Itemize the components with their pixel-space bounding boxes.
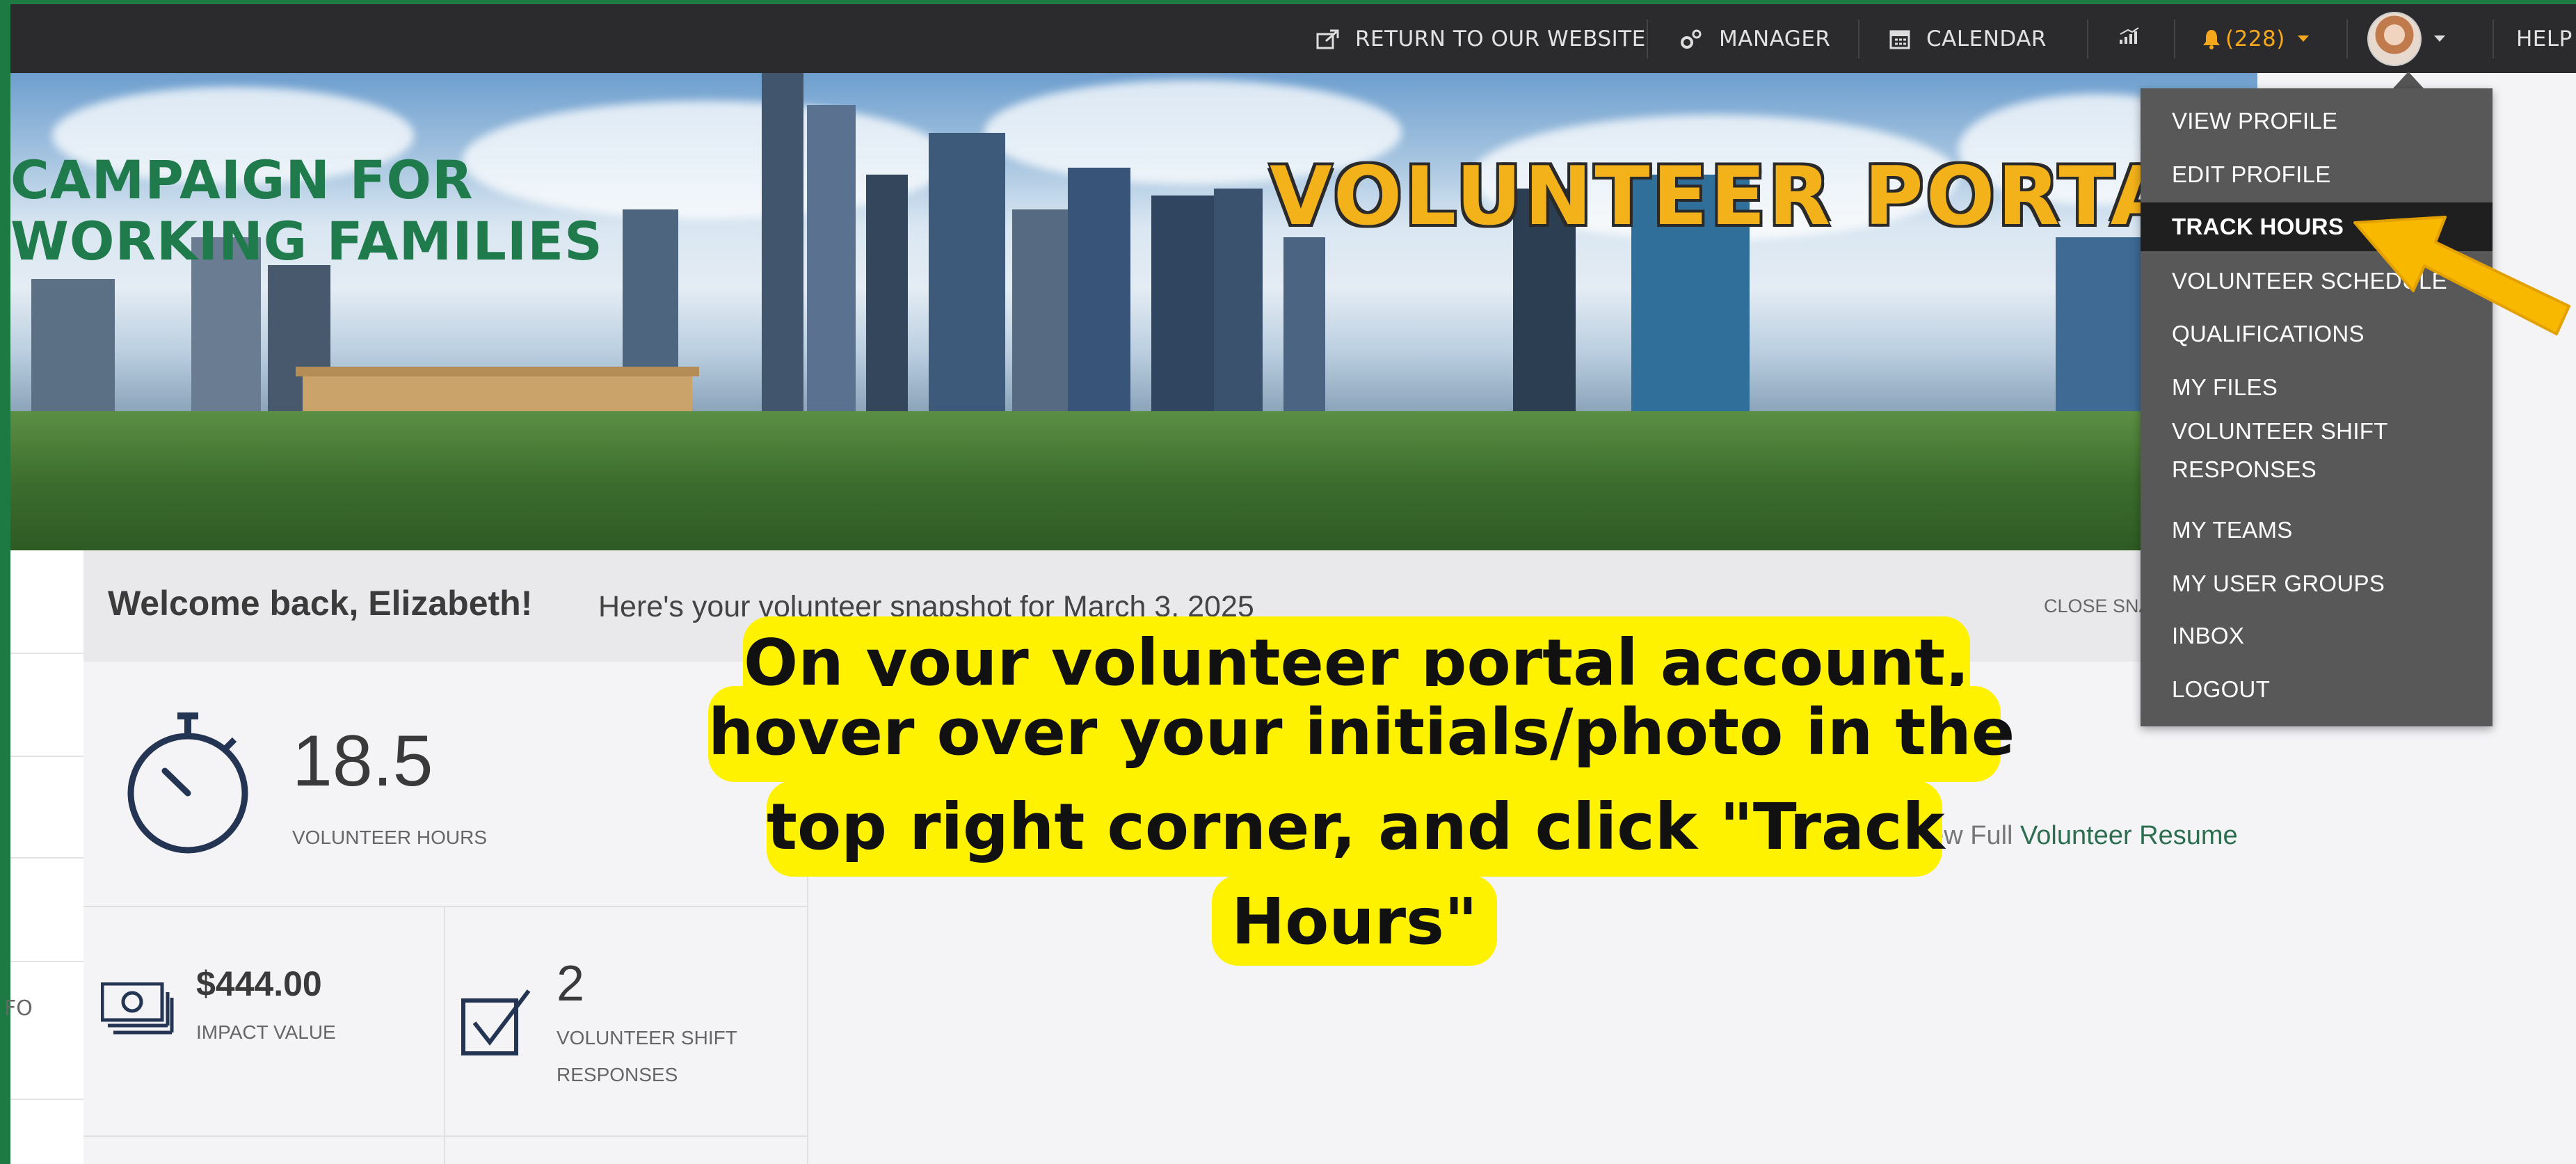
menu-item-view-profile[interactable]: VIEW PROFILE bbox=[2141, 97, 2493, 145]
gears-icon bbox=[1680, 29, 1704, 49]
shift-responses-label: VOLUNTEER SHIFT RESPONSES bbox=[557, 1027, 737, 1085]
chevron-down-icon bbox=[2297, 35, 2309, 42]
return-to-website-label: RETURN TO OUR WEBSITE bbox=[1355, 26, 1646, 51]
portal-title: VOLUNTEER PORTAL bbox=[1270, 150, 2230, 244]
instruction-callout: On your volunteer portal account, hover … bbox=[708, 616, 2015, 1020]
impact-value: $444.00 bbox=[196, 964, 322, 1003]
sidebar-divider bbox=[10, 961, 83, 962]
menu-item-my-files[interactable]: MY FILES bbox=[2141, 363, 2493, 412]
stopwatch-icon bbox=[122, 710, 254, 862]
building bbox=[1012, 209, 1068, 418]
stats-divider bbox=[444, 906, 445, 1164]
menu-item-my-teams[interactable]: MY TEAMS bbox=[2141, 506, 2493, 555]
return-to-website-link[interactable]: RETURN TO OUR WEBSITE bbox=[1316, 4, 1646, 73]
callout-line: hover over your initials/photo in the bbox=[708, 686, 2015, 782]
building bbox=[1068, 168, 1130, 418]
callout-line: top right corner, and click "Track bbox=[767, 781, 1945, 877]
help-link[interactable]: HELP bbox=[2516, 4, 2573, 73]
avatar bbox=[2367, 11, 2422, 66]
sidebar-divider bbox=[10, 857, 83, 859]
stats-divider bbox=[83, 906, 807, 907]
building bbox=[1151, 196, 1214, 418]
shift-responses-value: 2 bbox=[557, 956, 585, 1012]
building bbox=[1214, 189, 1263, 418]
bar-chart-icon bbox=[2118, 26, 2141, 52]
pointer-arrow-icon bbox=[2341, 202, 2576, 351]
calendar-label: CALENDAR bbox=[1926, 26, 2047, 51]
notifications-count: (228) bbox=[2225, 26, 2285, 51]
frame-left-border bbox=[0, 0, 10, 1164]
building bbox=[807, 105, 856, 418]
nav-divider bbox=[2493, 19, 2494, 58]
chevron-down-icon bbox=[2434, 35, 2445, 42]
hours-label: VOLUNTEER HOURS bbox=[292, 827, 488, 848]
sidebar-divider bbox=[10, 756, 83, 757]
checkbox-icon bbox=[461, 988, 534, 1060]
help-label: HELP bbox=[2516, 26, 2573, 51]
nav-divider bbox=[2174, 19, 2175, 58]
welcome-title: Welcome back, Elizabeth! bbox=[108, 584, 533, 623]
nav-divider bbox=[1858, 19, 1859, 58]
hours-value: 18.5 bbox=[292, 721, 433, 802]
menu-item-my-user-groups[interactable]: MY USER GROUPS bbox=[2141, 559, 2493, 608]
org-name-line2: WORKING FAMILIES bbox=[10, 210, 603, 272]
building bbox=[866, 175, 908, 418]
building bbox=[31, 279, 115, 418]
menu-pointer bbox=[2393, 72, 2424, 88]
sidebar bbox=[10, 550, 85, 1164]
money-icon bbox=[100, 982, 174, 1041]
nav-divider bbox=[2346, 19, 2348, 58]
building bbox=[1283, 237, 1325, 418]
menu-item-volunteer-shift-responses[interactable]: VOLUNTEER SHIFT RESPONSES bbox=[2141, 408, 2433, 485]
nav-divider bbox=[2087, 19, 2088, 58]
user-menu-toggle[interactable] bbox=[2367, 4, 2445, 73]
sidebar-item-label[interactable]: FO bbox=[4, 996, 33, 1021]
bell-icon bbox=[2202, 29, 2221, 49]
stats-link[interactable] bbox=[2118, 4, 2141, 73]
external-share-icon bbox=[1316, 29, 1340, 49]
sidebar-divider bbox=[10, 653, 83, 654]
sidebar-divider bbox=[10, 1099, 83, 1100]
calendar-icon bbox=[1889, 28, 1911, 50]
hero-banner: CAMPAIGN FOR WORKING FAMILIES VOLUNTEER … bbox=[10, 73, 2257, 550]
tree-line bbox=[10, 411, 2257, 550]
building bbox=[762, 73, 803, 418]
manager-label: MANAGER bbox=[1719, 26, 1831, 51]
manager-link[interactable]: MANAGER bbox=[1680, 4, 1830, 73]
org-name-line1: CAMPAIGN FOR bbox=[10, 149, 474, 211]
menu-item-inbox[interactable]: INBOX bbox=[2141, 612, 2493, 660]
org-name: CAMPAIGN FOR WORKING FAMILIES bbox=[10, 150, 603, 272]
menu-item-logout[interactable]: LOGOUT bbox=[2141, 665, 2493, 714]
museum-roof bbox=[296, 367, 699, 376]
impact-label: IMPACT VALUE bbox=[196, 1021, 336, 1043]
resume-link-label[interactable]: Volunteer Resume bbox=[2020, 821, 2238, 850]
menu-item-edit-profile[interactable]: EDIT PROFILE bbox=[2141, 150, 2493, 199]
notifications-button[interactable]: (228) bbox=[2202, 4, 2309, 73]
callout-line: Hours" bbox=[1212, 875, 1497, 966]
stats-divider bbox=[83, 1135, 807, 1137]
calendar-link[interactable]: CALENDAR bbox=[1889, 4, 2047, 73]
top-nav-bar: RETURN TO OUR WEBSITE MANAGER CALENDAR (… bbox=[10, 4, 2576, 73]
user-dropdown-menu: VIEW PROFILE EDIT PROFILE TRACK HOURS VO… bbox=[2141, 88, 2493, 726]
nav-divider bbox=[1647, 19, 1648, 58]
building bbox=[929, 133, 1005, 418]
